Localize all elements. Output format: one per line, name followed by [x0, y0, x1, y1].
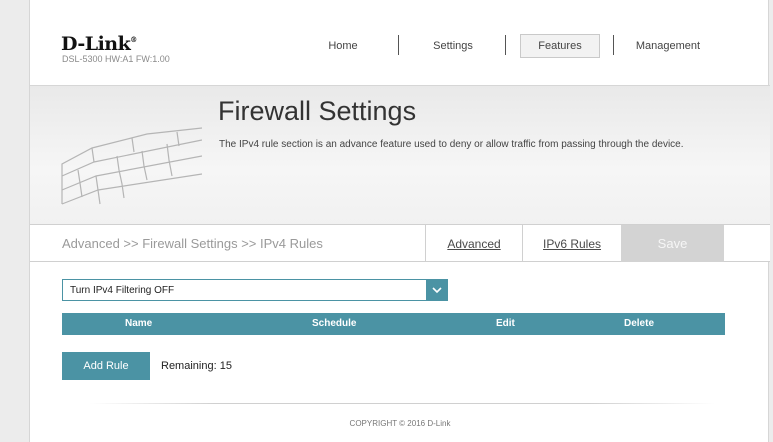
tab-ipv6-rules[interactable]: IPv6 Rules — [522, 225, 621, 262]
column-schedule: Schedule — [312, 318, 357, 329]
nav-divider — [505, 35, 506, 55]
nav-divider — [398, 35, 399, 55]
dlink-logo: D-Link® — [61, 33, 137, 55]
column-name: Name — [125, 318, 153, 329]
page-description: The IPv4 rule section is an advance feat… — [219, 139, 684, 150]
chevron-down-icon — [432, 286, 442, 293]
ipv4-filtering-select[interactable]: Turn IPv4 Filtering OFF — [62, 279, 427, 301]
rules-table-header: Name Schedule Edit Delete — [62, 313, 725, 335]
column-edit: Edit — [496, 318, 515, 329]
nav-management[interactable]: Management — [622, 34, 714, 58]
model-info: DSL-5300 HW:A1 FW:1.00 — [62, 54, 170, 64]
dropdown-toggle[interactable] — [426, 279, 448, 301]
tab-advanced[interactable]: Advanced — [425, 225, 522, 262]
column-delete: Delete — [624, 318, 655, 329]
footer-divider — [90, 403, 715, 404]
page-frame: D-Link® DSL-5300 HW:A1 FW:1.00 Home Sett… — [29, 0, 770, 442]
nav-settings[interactable]: Settings — [418, 34, 488, 58]
nav-home[interactable]: Home — [308, 34, 378, 58]
brick-wall-icon — [61, 127, 202, 205]
page-banner: Firewall Settings The IPv4 rule section … — [30, 85, 770, 225]
remaining-count: Remaining: 15 — [161, 360, 232, 372]
copyright: COPYRIGHT © 2016 D-Link — [349, 419, 451, 428]
save-button[interactable]: Save — [621, 225, 724, 262]
add-rule-button[interactable]: Add Rule — [62, 352, 150, 380]
nav-divider — [613, 35, 614, 55]
page-title: Firewall Settings — [218, 96, 417, 126]
breadcrumb: Advanced >> Firewall Settings >> IPv4 Ru… — [62, 236, 323, 251]
breadcrumb-bar: Advanced >> Firewall Settings >> IPv4 Ru… — [30, 224, 770, 262]
nav-features[interactable]: Features — [520, 34, 600, 58]
